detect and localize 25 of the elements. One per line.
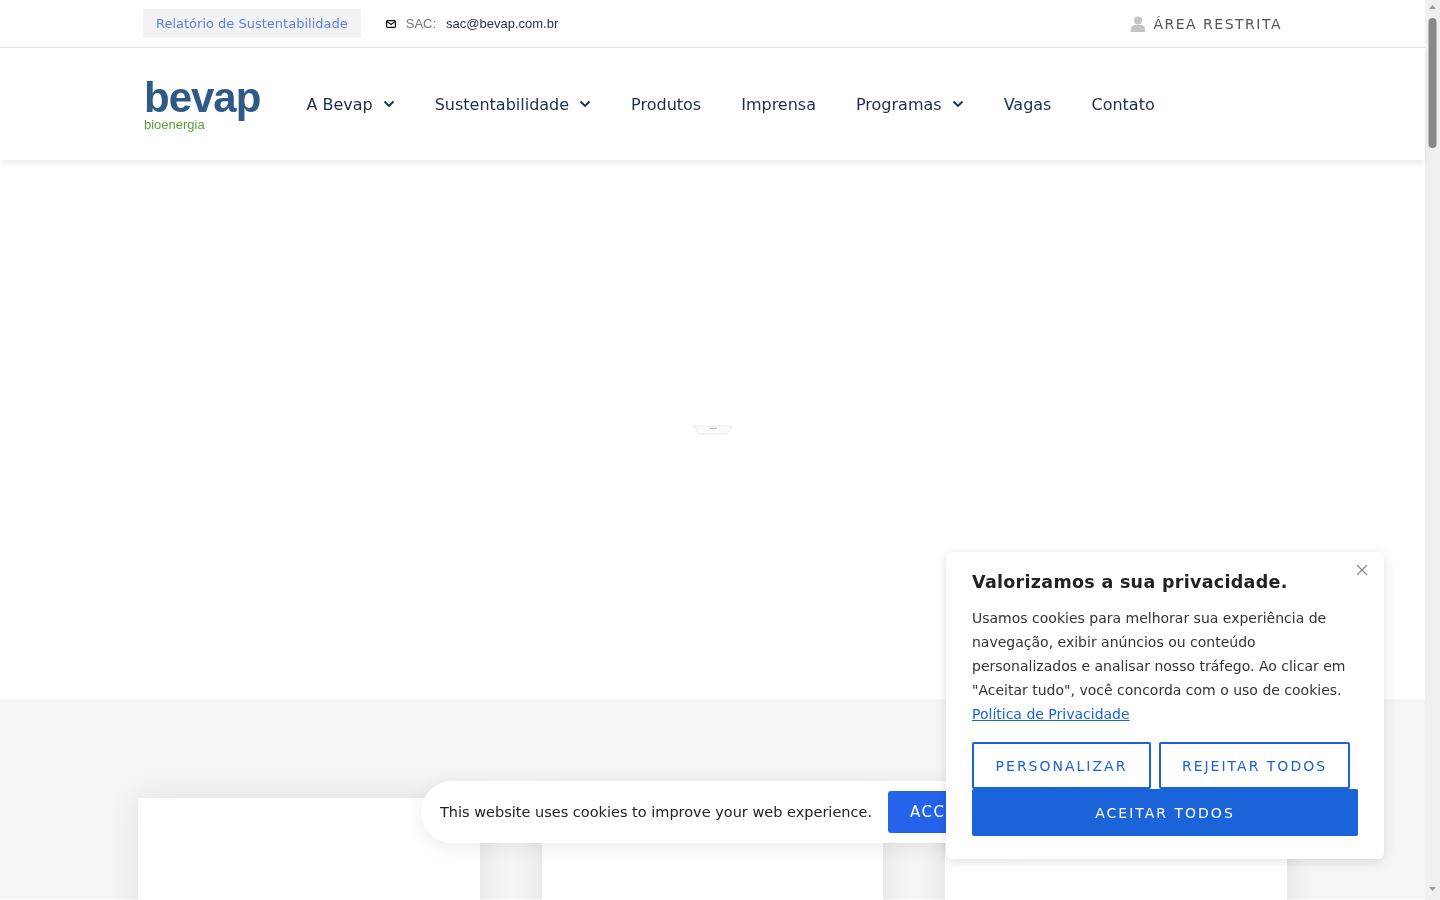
dialog-title: Valorizamos a sua privacidade. [972,572,1289,592]
user-icon [1131,15,1146,32]
cookie-message: This website uses cookies to improve your web experience. [440,804,872,820]
nav-link[interactable]: Vagas [1003,94,1052,114]
consent-button[interactable]: PERSONALIZAR [972,742,1151,789]
nav-link[interactable]: Sustentabilidade [434,94,592,114]
close-icon[interactable] [1354,562,1370,578]
dialog-text: Usamos cookies para melhorar sua experiência de navegação, exibir anúncios ou conteúdo personalizados e analisar nosso tráfego. Ao clicar em "Aceitar tudo", você concorda com o uso de cookies. Política de Privacidade [972,609,1347,724]
chevron-down-icon [951,100,964,108]
mail-icon [385,19,396,28]
chevron-down-icon [382,100,395,108]
privacy-policy-link[interactable]: Política de Privacidade [972,706,1130,722]
nav-link[interactable]: A Bevap [306,94,395,114]
nav-link[interactable]: Produtos [631,94,702,114]
sac-label: SAC: [405,16,437,31]
accept-button[interactable]: ACEITAR TODOS [972,789,1358,836]
restricted-area-link[interactable]: ÁREA RESTRITA [1131,15,1282,32]
nav-link[interactable]: Programas [856,94,964,114]
nav-link[interactable]: Imprensa [741,94,816,114]
consent-button[interactable]: REJEITAR TODOS [1159,742,1350,789]
logo[interactable]: bevap bioenergia [144,77,261,131]
nav-link[interactable]: Contato [1091,94,1155,114]
loader-icon [690,424,735,435]
email-link[interactable]: sac@bevap.com.br [446,16,559,31]
chevron-down-icon [579,100,592,108]
